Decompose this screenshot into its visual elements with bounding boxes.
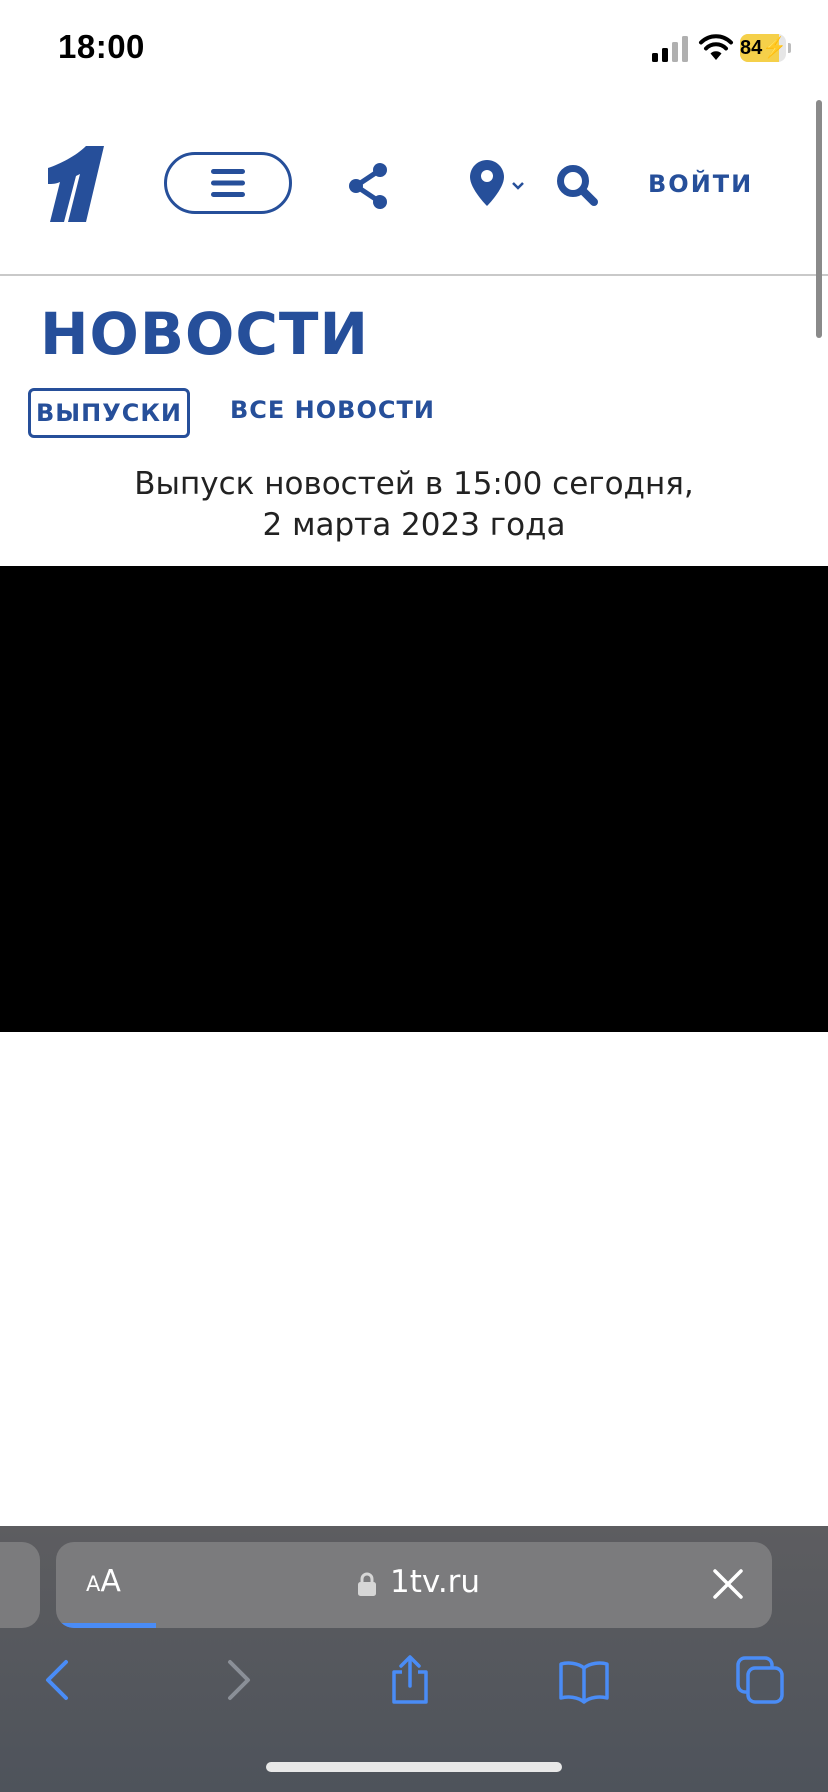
- menu-button[interactable]: [164, 152, 292, 214]
- wifi-icon: [699, 34, 733, 60]
- stop-loading-icon[interactable]: [712, 1568, 744, 1600]
- hamburger-menu-icon: [211, 169, 245, 197]
- chevron-down-icon: [512, 182, 524, 190]
- text-size-button[interactable]: AA: [86, 1564, 121, 1599]
- page-load-progress: [56, 1623, 157, 1628]
- page-title: НОВОСТИ: [40, 300, 370, 368]
- bookmarks-icon[interactable]: [558, 1654, 610, 1706]
- charging-bolt-icon: ⚡: [762, 37, 786, 59]
- page: 18:00 84⚡ ВОЙТИ НОВОСТИ ВЫПУСКИ ВСЕ НОВО…: [0, 0, 828, 1792]
- battery-level-text: 84: [740, 37, 763, 59]
- channel-one-logo[interactable]: [46, 146, 106, 222]
- tab-all-news[interactable]: ВСЕ НОВОСТИ: [230, 396, 435, 424]
- cellular-signal-icon: [652, 36, 688, 62]
- tab-releases[interactable]: ВЫПУСКИ: [28, 388, 190, 438]
- release-title-line-2: 2 марта 2023 года: [262, 507, 566, 543]
- battery-percentage: 84⚡: [740, 34, 786, 62]
- location-pin-icon: [470, 160, 504, 206]
- share-icon[interactable]: [384, 1654, 436, 1706]
- location-selector[interactable]: [470, 160, 530, 210]
- address-bar[interactable]: AA 1tv.ru: [56, 1542, 772, 1628]
- text-size-large-glyph: A: [100, 1564, 121, 1599]
- battery-nub: [788, 43, 791, 53]
- text-size-small-glyph: A: [86, 1572, 101, 1596]
- search-icon[interactable]: [556, 164, 598, 206]
- status-time: 18:00: [58, 28, 145, 65]
- release-title: Выпуск новостей в 15:00 сегодня, 2 марта…: [0, 464, 828, 546]
- page-scrollbar[interactable]: [816, 100, 822, 338]
- battery-indicator: 84⚡: [740, 34, 791, 62]
- back-icon[interactable]: [34, 1654, 86, 1706]
- previous-tab-preview[interactable]: [0, 1542, 40, 1628]
- tabs-icon[interactable]: [734, 1654, 786, 1706]
- video-player[interactable]: [0, 566, 828, 1032]
- site-header: ВОЙТИ: [0, 100, 828, 276]
- battery-body: 84⚡: [740, 34, 786, 62]
- release-title-line-1: Выпуск новостей в 15:00 сегодня,: [134, 466, 694, 502]
- login-link[interactable]: ВОЙТИ: [648, 170, 753, 198]
- share-icon[interactable]: [346, 162, 390, 210]
- home-indicator: [266, 1762, 562, 1772]
- lock-icon: [358, 1572, 376, 1596]
- status-bar: 18:00 84⚡: [0, 0, 828, 100]
- url-text: 1tv.ru: [390, 1564, 481, 1600]
- forward-icon[interactable]: [210, 1654, 262, 1706]
